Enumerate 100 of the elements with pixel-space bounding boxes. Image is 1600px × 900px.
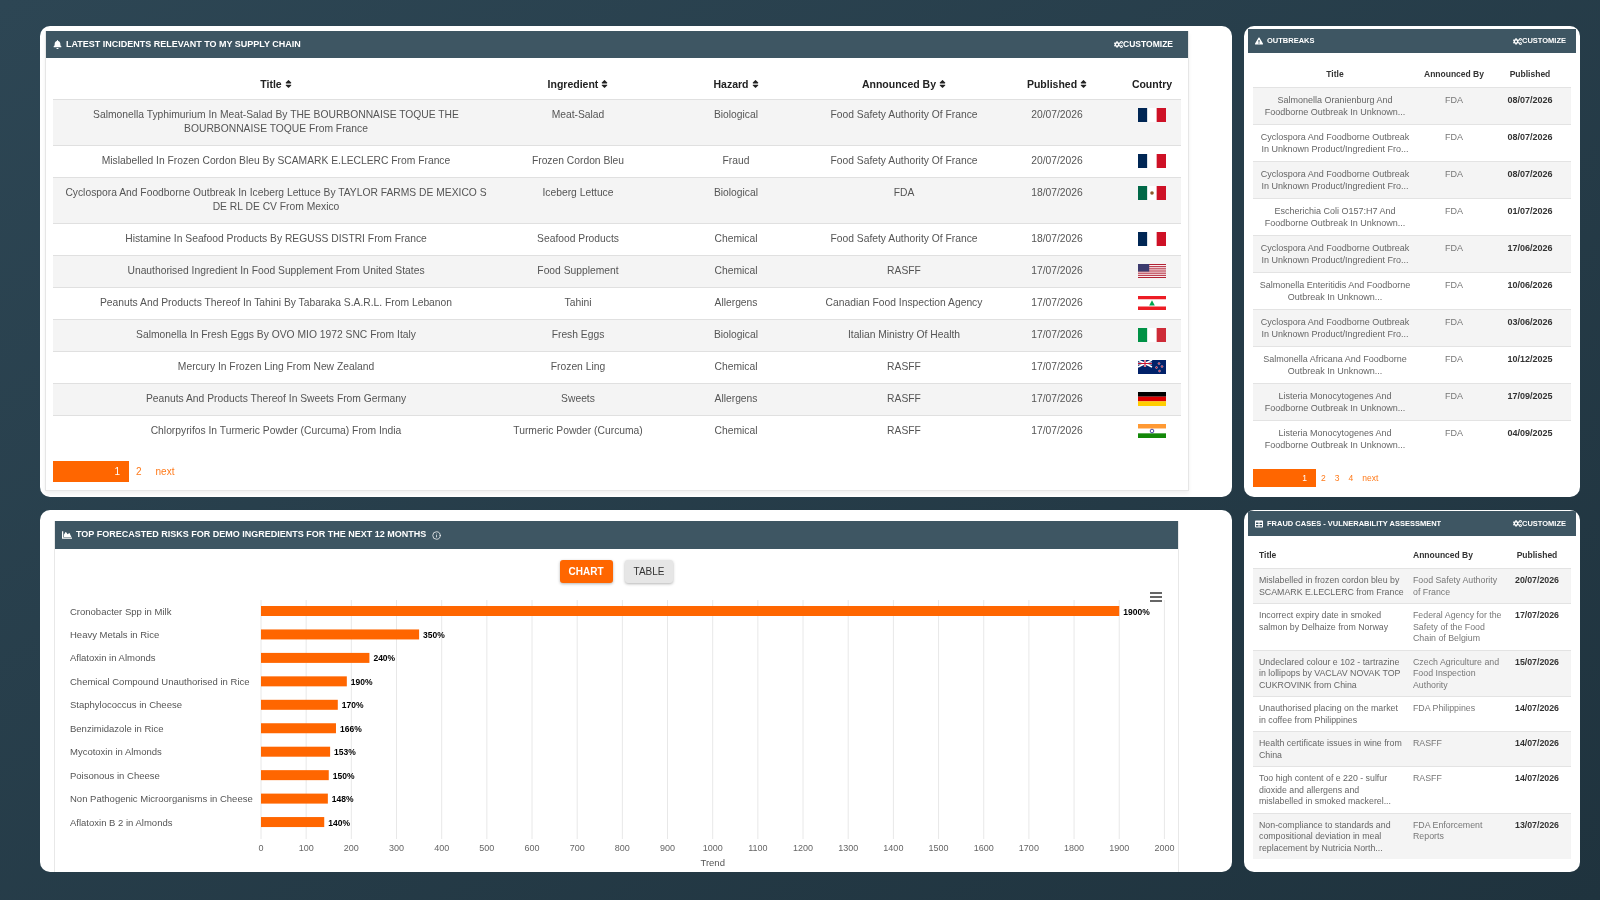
- category-label: Chemical Compound Unauthorised in Rice: [70, 675, 250, 687]
- usa-flag-icon: [1138, 264, 1166, 278]
- ingredient-name: Seafood Products: [537, 233, 619, 244]
- announcing-agency: FDA: [1445, 132, 1463, 142]
- incident-title: Mislabelled In Frozen Cordon Bleu By SCAMARK E.LECLERC From France: [101, 155, 451, 166]
- view-toggle-tab[interactable]: TABLE: [624, 560, 674, 583]
- axis-tick-label: 1100: [748, 843, 768, 853]
- published-date: 08/07/2026: [1507, 95, 1553, 105]
- panel-title: LATEST INCIDENTS RELEVANT TO MY SUPPLY CHAIN: [66, 37, 301, 51]
- announcing-agency: RASFF: [887, 425, 921, 436]
- column-header[interactable]: Published: [1026, 76, 1088, 91]
- fraud-case-title: Unauthorised placing on the market in coffee from Philippines: [1259, 703, 1398, 725]
- cogs-icon: [1512, 36, 1522, 46]
- column-header[interactable]: Title: [260, 76, 292, 91]
- outbreak-title: Cyclospora And Foodborne Outbreak In Unknown Product/Ingredient Fro...: [1260, 317, 1410, 339]
- hazard-type: Biological: [713, 187, 759, 198]
- table-icon: [1255, 519, 1263, 528]
- category-label: Mycotoxin in Almonds: [70, 746, 162, 758]
- column-header: Announced By: [1424, 68, 1484, 79]
- axis-tick-label: 600: [524, 843, 540, 853]
- published-date: 17/07/2026: [1031, 361, 1083, 372]
- announcing-agency: RASFF: [1413, 738, 1442, 748]
- announcing-agency: FDA Enforcement Reports: [1413, 819, 1483, 841]
- published-date: 20/07/2026: [1031, 155, 1083, 166]
- warning-icon: [1255, 37, 1263, 45]
- announcing-agency: Italian Ministry Of Health: [847, 329, 961, 340]
- cogs-icon: [1512, 519, 1522, 528]
- value-label: 150%: [332, 770, 355, 781]
- sort-icon: [751, 78, 759, 89]
- published-date: 20/07/2026: [1031, 109, 1083, 120]
- published-date: 10/06/2026: [1507, 280, 1553, 290]
- announcing-agency: FDA: [893, 187, 915, 198]
- fraud-case-title: Mislabelled in frozen cordon bleu by SCAMARK E.LECLERC from France: [1259, 575, 1404, 597]
- chart-bar: [261, 817, 325, 828]
- outbreak-title: Cyclospora And Foodborne Outbreak In Unknown Product/Ingredient Fro...: [1260, 243, 1410, 265]
- axis-tick-label: 900: [660, 843, 676, 853]
- announcing-agency: FDA: [1445, 354, 1463, 364]
- menu-icon[interactable]: [1150, 592, 1162, 602]
- fraud-case-title: Too high content of e 220 - sulfur dioxide and allergens and mislabelled in smoked mackerel...: [1259, 773, 1391, 806]
- ingredient-name: Frozen Ling: [550, 361, 606, 372]
- column-header[interactable]: Announced By: [861, 76, 947, 91]
- fraud-case-title: Non-compliance to standards and compositional deviation in meal replacement by Nutricia North...: [1259, 819, 1391, 853]
- incident-title: Mercury In Frozen Ling From New Zealand: [177, 361, 375, 372]
- ingredient-name: Fresh Eggs: [551, 329, 605, 340]
- value-label: 190%: [350, 676, 373, 687]
- hazard-type: Chemical: [714, 425, 758, 436]
- hazard-type: Chemical: [714, 265, 758, 276]
- announcing-agency: Food Safety Authority Of France: [830, 155, 978, 166]
- italy-flag-icon: [1138, 328, 1166, 342]
- announcing-agency: FDA: [1445, 206, 1463, 216]
- incident-title: Salmonella Typhimurium In Meat-Salad By THE BOURBONNAISE TOQUE THE BOURBONNAISE TOQUE From France: [93, 109, 459, 134]
- announcing-agency: FDA: [1445, 95, 1463, 105]
- incident-title: Cyclospora And Foodborne Outbreak In Iceberg Lettuce By TAYLOR FARMS DE MEXICO S DE RL DE CV From Mexico: [65, 187, 487, 212]
- published-date: 17/06/2026: [1507, 243, 1553, 253]
- chart-bar: [261, 746, 331, 757]
- ingredient-name: Turmeric Powder (Curcuma): [513, 425, 643, 436]
- value-label: 1900%: [1123, 606, 1150, 617]
- category-label: Non Pathogenic Microorganisms in Cheese: [70, 793, 253, 805]
- column-header: Title: [1259, 549, 1277, 560]
- published-date: 17/07/2026: [1031, 265, 1083, 276]
- value-label: 153%: [334, 747, 356, 758]
- value-label: 240%: [373, 653, 396, 664]
- outbreak-title: Salmonella Oranienburg And Foodborne Outbreak In Unknown...: [1264, 95, 1406, 117]
- axis-tick-label: 0: [258, 843, 264, 853]
- incident-title: Histamine In Seafood Products By REGUSS DISTRI From France: [125, 233, 427, 244]
- column-header[interactable]: Hazard: [713, 76, 759, 91]
- axis-tick-label: 1900: [1109, 843, 1130, 853]
- announcing-agency: Food Safety Authority of France: [1413, 575, 1498, 597]
- published-date: 14/07/2026: [1515, 703, 1559, 713]
- customize-button[interactable]: CUSTOMIZE: [1114, 38, 1173, 51]
- category-label: Staphylococcus in Cheese: [70, 699, 182, 711]
- published-date: 17/07/2026: [1031, 425, 1083, 436]
- outbreak-title: Cyclospora And Foodborne Outbreak In Unknown Product/Ingredient Fro...: [1260, 132, 1410, 154]
- axis-title: Trend: [700, 857, 725, 868]
- chart-bar: [261, 770, 329, 781]
- incident-title: Unauthorised Ingredient In Food Supplement From United States: [127, 265, 425, 276]
- ingredient-name: Meat-Salad: [551, 109, 605, 120]
- column-header: Announced By: [1413, 549, 1473, 560]
- published-date: 04/09/2025: [1507, 428, 1553, 438]
- fraud-case-title: Incorrect expiry date in smoked salmon by Delhaize from Norway: [1259, 610, 1389, 632]
- outbreak-title: Escherichia Coli O157:H7 And Foodborne Outbreak In Unknown...: [1264, 206, 1406, 228]
- france-flag-icon: [1138, 232, 1166, 246]
- announcing-agency: RASFF: [1413, 773, 1442, 783]
- column-header: Title: [1326, 68, 1344, 79]
- hazard-type: Biological: [713, 329, 759, 340]
- published-date: 17/07/2026: [1031, 329, 1083, 340]
- hazard-type: Chemical: [714, 233, 758, 244]
- announcing-agency: Food Safety Authority Of France: [830, 109, 978, 120]
- value-label: 170%: [341, 700, 364, 711]
- incident-title: Peanuts And Products Thereof In Tahini By Tabaraka S.A.R.L. From Lebanon: [100, 297, 452, 308]
- announcing-agency: Czech Agriculture and Food Inspection Authority: [1413, 656, 1500, 690]
- announcing-agency: FDA: [1445, 169, 1463, 179]
- axis-tick-label: 1400: [883, 843, 904, 853]
- france-flag-icon: [1138, 108, 1166, 122]
- column-header[interactable]: Ingredient: [547, 76, 609, 91]
- sort-icon: [1080, 78, 1088, 89]
- published-date: 17/07/2026: [1031, 297, 1083, 308]
- hazard-type: Fraud: [722, 155, 750, 166]
- axis-tick-label: 2000: [1154, 843, 1175, 853]
- published-date: 15/07/2026: [1515, 656, 1559, 667]
